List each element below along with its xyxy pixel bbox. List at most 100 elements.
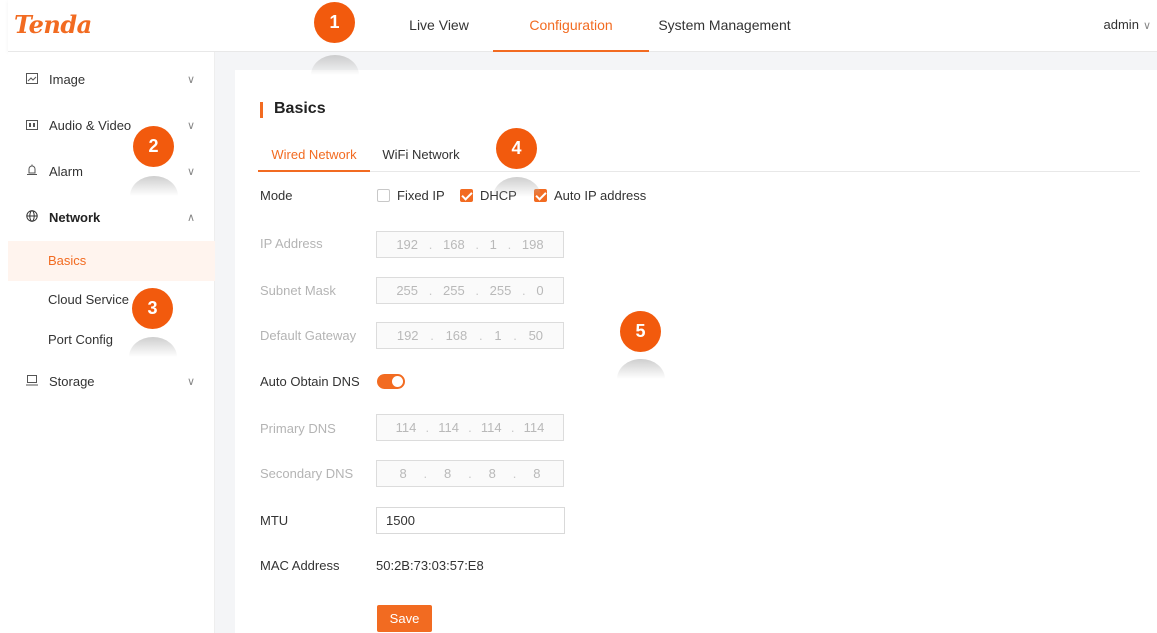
octet: 8: [399, 466, 407, 481]
fixed-ip-checkbox[interactable]: Fixed IP: [377, 188, 445, 204]
callout-marker: 2: [133, 126, 174, 167]
secondary-dns-field[interactable]: 8. 8. 8. 8: [376, 460, 564, 487]
octet-separator: .: [423, 466, 428, 481]
octet-separator: .: [428, 237, 433, 252]
network-tabs: Wired Network WiFi Network: [258, 140, 1140, 172]
octet-separator: .: [468, 420, 472, 435]
sidebar-item-storage[interactable]: Storage ∨: [8, 362, 215, 402]
octet-separator: .: [478, 328, 483, 343]
chevron-down-icon: ∨: [1142, 20, 1151, 32]
sidebar-item-label: Image: [49, 72, 86, 87]
tab-wifi-network[interactable]: WiFi Network: [370, 140, 472, 172]
secondary-dns-label: Secondary DNS: [260, 466, 354, 481]
username: admin: [1103, 17, 1139, 32]
sidebar-item-label: Storage: [49, 374, 95, 389]
storage-icon: [25, 362, 39, 402]
nav-system-management[interactable]: System Management: [649, 0, 800, 52]
octet: 8: [533, 466, 541, 481]
octet: 168: [445, 328, 468, 343]
octet: 114: [438, 420, 459, 435]
sidebar-item-label: Audio & Video: [49, 118, 132, 133]
chevron-down-icon: ∨: [186, 166, 195, 178]
sidebar-item-audio-video[interactable]: Audio & Video ∨: [8, 106, 215, 146]
mtu-label: MTU: [260, 513, 289, 528]
callout-marker: 4: [496, 128, 537, 169]
default-gateway-field[interactable]: 192. 168. 1. 50: [376, 322, 564, 349]
octet: 255: [443, 283, 465, 298]
ip-address-field[interactable]: 192. 168. 1. 198: [376, 231, 564, 258]
octet-separator: .: [428, 283, 433, 298]
mac-address-value: 50:2B:73:03:57:E8: [376, 558, 484, 573]
brand-logo: Tenda: [14, 10, 92, 39]
primary-dns-label: Primary DNS: [260, 421, 336, 436]
subnet-mask-field[interactable]: 255. 255. 255. 0: [376, 277, 564, 304]
octet: 8: [488, 466, 496, 481]
sidebar-item-image[interactable]: Image ∨: [8, 60, 215, 100]
sidebar-item-label: Network: [49, 210, 101, 225]
octet-separator: .: [513, 328, 517, 343]
subnet-mask-label: Subnet Mask: [260, 283, 336, 298]
octet: 114: [395, 420, 417, 435]
user-menu[interactable]: admin ∨: [1104, 0, 1151, 51]
callout-marker: 5: [620, 311, 661, 352]
octet: 168: [443, 237, 465, 252]
default-gateway-label: Default Gateway: [260, 328, 357, 343]
callout-marker: 3: [132, 288, 173, 329]
sidebar-item-network[interactable]: Network ∧: [8, 198, 215, 238]
octet-separator: .: [475, 283, 479, 298]
octet-separator: .: [430, 328, 434, 343]
octet-separator: .: [468, 466, 472, 481]
checkbox-label: Auto IP address: [554, 188, 647, 203]
checkbox-unchecked-icon: [377, 189, 390, 202]
octet: 8: [444, 466, 452, 481]
checkbox-checked-icon: [460, 189, 473, 202]
tab-wired-network[interactable]: Wired Network: [258, 140, 370, 172]
sidebar-subitem-cloud-service[interactable]: Cloud Service: [8, 280, 215, 320]
octet: 0: [536, 283, 544, 298]
ip-address-label: IP Address: [260, 236, 323, 251]
sidebar: Image ∨ Audio & Video ∨ Alarm ∨ Network …: [8, 52, 215, 633]
nav-configuration[interactable]: Configuration: [493, 0, 649, 52]
save-button[interactable]: Save: [377, 605, 432, 632]
octet-separator: .: [475, 237, 479, 252]
sidebar-subitem-port-config[interactable]: Port Config: [8, 320, 215, 360]
octet: 198: [521, 237, 544, 252]
chevron-down-icon: ∨: [186, 120, 195, 132]
octet-separator: .: [522, 283, 526, 298]
octet: 255: [396, 283, 419, 298]
auto-dns-toggle[interactable]: [377, 374, 405, 389]
mtu-input[interactable]: [376, 507, 565, 534]
octet: 1: [489, 237, 497, 252]
checkbox-label: Fixed IP: [397, 188, 445, 203]
toggle-knob: [392, 376, 403, 387]
octet-separator: .: [512, 466, 517, 481]
image-icon: [25, 60, 39, 100]
octet: 50: [528, 328, 544, 343]
octet: 192: [396, 237, 419, 252]
octet: 255: [489, 283, 512, 298]
octet: 192: [396, 328, 419, 343]
globe-icon: [25, 198, 39, 238]
octet-separator: .: [510, 420, 515, 435]
mac-address-label: MAC Address: [260, 558, 340, 573]
auto-dns-label: Auto Obtain DNS: [260, 374, 360, 389]
page-title: Basics: [260, 100, 326, 118]
octet: 114: [480, 420, 502, 435]
nav-live-view[interactable]: Live View: [389, 0, 489, 52]
chevron-down-icon: ∨: [186, 376, 195, 388]
sidebar-item-alarm[interactable]: Alarm ∨: [8, 152, 215, 192]
primary-dns-field[interactable]: 114. 114. 114. 114: [376, 414, 564, 441]
chevron-down-icon: ∨: [186, 74, 195, 86]
auto-ip-checkbox[interactable]: Auto IP address: [534, 188, 646, 204]
mode-label: Mode: [260, 188, 293, 203]
octet-separator: .: [507, 237, 512, 252]
chevron-up-icon: ∧: [186, 212, 195, 224]
alarm-icon: [25, 152, 39, 192]
octet: 1: [494, 328, 502, 343]
audio-video-icon: [25, 106, 39, 146]
sidebar-item-label: Alarm: [49, 164, 83, 179]
sidebar-subitem-basics[interactable]: Basics: [8, 241, 215, 281]
top-bar: Tenda Live View Configuration System Man…: [8, 0, 1157, 52]
octet-separator: .: [425, 420, 430, 435]
callout-marker: 1: [314, 2, 355, 43]
